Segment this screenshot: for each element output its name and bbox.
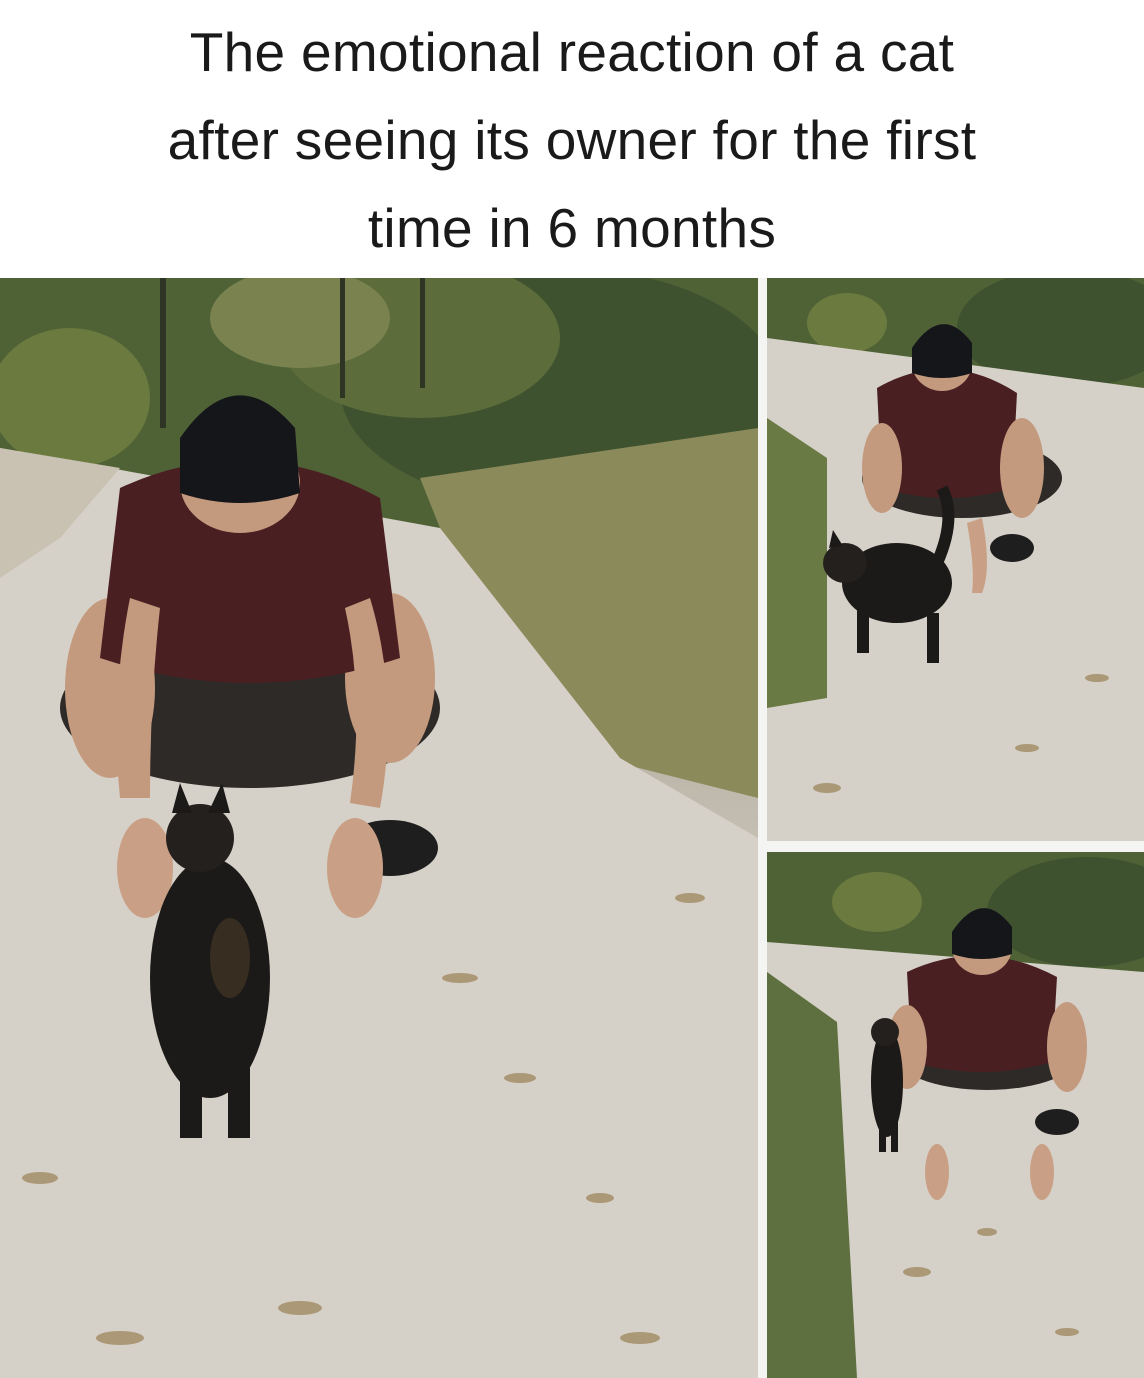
top-right-photo xyxy=(767,278,1144,841)
meme-caption: The emotional reaction of a cat after se… xyxy=(0,0,1144,278)
caption-line-1: The emotional reaction of a cat xyxy=(189,21,955,83)
bottom-right-photo xyxy=(767,852,1144,1378)
main-photo-scene xyxy=(0,278,758,1378)
top-right-photo-scene xyxy=(767,278,1144,841)
caption-line-2: after seeing its owner for the first xyxy=(167,109,977,171)
vertical-divider xyxy=(758,278,767,1378)
horizontal-divider xyxy=(767,841,1144,852)
caption-line-3: time in 6 months xyxy=(367,197,777,259)
bottom-right-photo-scene xyxy=(767,852,1144,1378)
main-photo xyxy=(0,278,758,1378)
